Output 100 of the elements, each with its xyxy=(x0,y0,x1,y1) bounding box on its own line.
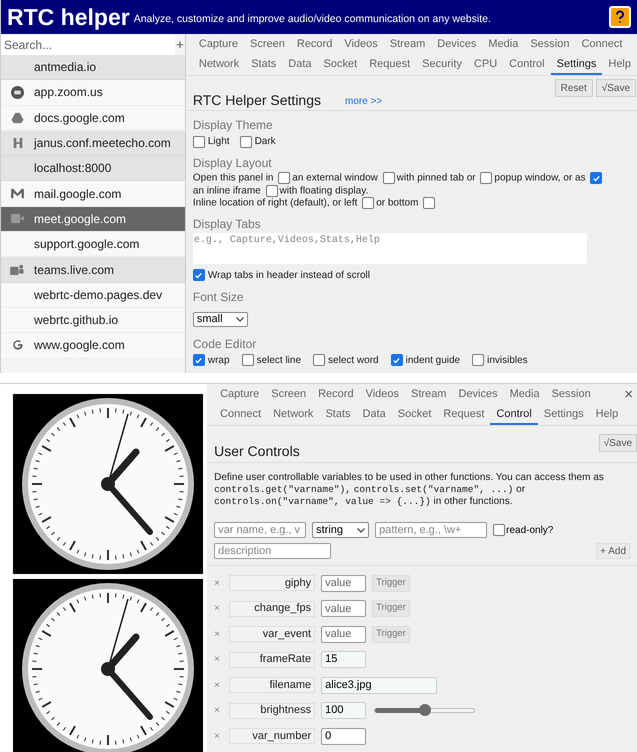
trigger-button[interactable]: Trigger xyxy=(372,626,410,642)
checkbox[interactable] xyxy=(313,354,326,366)
remove-button[interactable]: × xyxy=(214,626,230,642)
checkbox[interactable] xyxy=(493,524,506,536)
tab[interactable]: Help xyxy=(590,405,624,425)
site-item[interactable]: mail.google.com xyxy=(1,181,185,207)
value-field[interactable]: alice3.jpg xyxy=(321,676,438,694)
checkbox[interactable] xyxy=(192,354,205,366)
site-item[interactable]: localhost:8000 xyxy=(1,156,185,182)
value-field[interactable]: 0 xyxy=(321,728,366,744)
checkbox[interactable] xyxy=(423,197,436,210)
tab[interactable]: Security xyxy=(416,55,468,75)
tab[interactable]: Data xyxy=(356,405,392,425)
code-snippet: controls.set("varname", ...) xyxy=(354,484,514,495)
tab[interactable]: Devices xyxy=(431,35,482,55)
checkbox[interactable] xyxy=(266,184,278,197)
site-item[interactable]: support.google.com xyxy=(1,232,185,258)
tab[interactable]: Capture xyxy=(192,35,244,55)
checkbox[interactable] xyxy=(480,172,492,184)
site-item[interactable]: www.google.com xyxy=(1,333,185,359)
tab[interactable]: Socket xyxy=(318,55,364,75)
tab[interactable]: Control xyxy=(490,405,538,425)
slider-thumb[interactable] xyxy=(418,704,431,716)
site-item[interactable]: docs.google.com xyxy=(1,106,185,131)
toolbar-button[interactable]: √Save xyxy=(596,79,636,97)
save-button[interactable]: √Save xyxy=(598,434,637,452)
tab[interactable]: Session xyxy=(524,35,576,55)
tab[interactable]: Help xyxy=(602,55,637,75)
tab[interactable]: Screen xyxy=(265,385,312,405)
checkbox[interactable] xyxy=(192,136,205,148)
tab[interactable]: Connect xyxy=(214,405,268,425)
site-item[interactable]: teams.live.com xyxy=(1,257,185,283)
remove-button[interactable]: × xyxy=(214,576,230,590)
site-item[interactable]: janus.conf.meetecho.com xyxy=(1,130,185,156)
checkbox[interactable] xyxy=(240,136,252,148)
tab[interactable]: Stream xyxy=(384,35,432,55)
tab[interactable]: Request xyxy=(437,405,490,425)
remove-button[interactable]: × xyxy=(214,703,230,718)
checkbox[interactable] xyxy=(192,269,205,282)
trigger-button[interactable]: Trigger xyxy=(372,600,410,617)
tab[interactable]: Videos xyxy=(360,385,406,405)
tab[interactable]: Session xyxy=(546,385,597,405)
checkbox[interactable] xyxy=(382,172,395,184)
description-field[interactable]: description xyxy=(214,543,332,559)
tab[interactable]: Network xyxy=(267,405,320,425)
tab[interactable]: Settings xyxy=(538,405,590,425)
remove-button[interactable]: × xyxy=(214,601,230,616)
tab[interactable]: Devices xyxy=(452,385,504,405)
tab[interactable]: Media xyxy=(504,385,546,405)
tab[interactable]: Data xyxy=(282,55,318,75)
description-text: in other functions. xyxy=(434,496,512,507)
tab[interactable]: Screen xyxy=(244,35,291,55)
tab[interactable]: Connect xyxy=(575,35,628,55)
more-link[interactable]: more >> xyxy=(345,94,382,109)
close-button[interactable]: × xyxy=(624,385,633,425)
remove-button[interactable]: × xyxy=(214,652,230,667)
add-button[interactable]: + xyxy=(175,34,185,54)
option-text: an inline xyxy=(192,185,230,196)
tab[interactable]: Stats xyxy=(319,405,357,425)
tab[interactable]: Capture xyxy=(214,385,266,405)
pattern-field[interactable]: pattern, e.g., \w+ xyxy=(375,522,488,538)
check-icon xyxy=(592,174,601,182)
tab[interactable]: CPU xyxy=(468,55,504,75)
tab[interactable]: Control xyxy=(503,55,551,75)
panel-title: User Controls xyxy=(214,442,300,461)
checkbox[interactable] xyxy=(472,354,484,366)
remove-button[interactable]: × xyxy=(214,728,230,744)
tab[interactable]: Record xyxy=(290,35,338,55)
checkbox[interactable] xyxy=(362,197,374,210)
site-item[interactable]: app.zoom.us xyxy=(1,80,185,106)
checkbox[interactable] xyxy=(278,172,290,184)
trigger-button[interactable]: Trigger xyxy=(372,574,410,592)
checkbox[interactable] xyxy=(242,354,254,366)
tabs-field[interactable]: e.g., Capture,Videos,Stats,Help xyxy=(192,232,587,264)
tab[interactable]: Stats xyxy=(245,55,282,75)
font-size-select[interactable]: small xyxy=(192,312,248,327)
tab[interactable]: Media xyxy=(482,35,524,55)
var-name-field[interactable]: var name, e.g., v xyxy=(214,522,306,538)
site-item[interactable]: meet.google.com xyxy=(1,206,185,232)
tab[interactable]: Settings xyxy=(550,55,602,75)
checkbox[interactable] xyxy=(590,172,602,184)
remove-button[interactable]: × xyxy=(214,678,230,692)
tab[interactable]: Record xyxy=(312,385,360,405)
tab[interactable]: Socket xyxy=(392,405,438,425)
tab[interactable]: Stream xyxy=(405,385,452,405)
tab[interactable]: Request xyxy=(363,55,416,75)
help-icon[interactable] xyxy=(609,6,631,28)
value-field[interactable]: value xyxy=(321,600,366,617)
tab[interactable]: Videos xyxy=(338,35,384,55)
type-select[interactable]: string xyxy=(312,522,370,538)
search-field[interactable]: Search... xyxy=(1,34,175,54)
add-button[interactable]: + Add xyxy=(596,543,630,559)
value-field[interactable]: value xyxy=(321,574,366,592)
value-field[interactable]: value xyxy=(321,626,366,642)
toolbar-button[interactable]: Reset xyxy=(554,79,593,97)
tab[interactable]: Network xyxy=(192,55,246,75)
site-item[interactable]: webrtc-demo.pages.dev xyxy=(1,282,185,308)
checkbox[interactable] xyxy=(390,354,403,366)
site-item[interactable]: antmedia.io xyxy=(1,55,185,80)
site-item[interactable]: webrtc.github.io xyxy=(1,308,185,334)
